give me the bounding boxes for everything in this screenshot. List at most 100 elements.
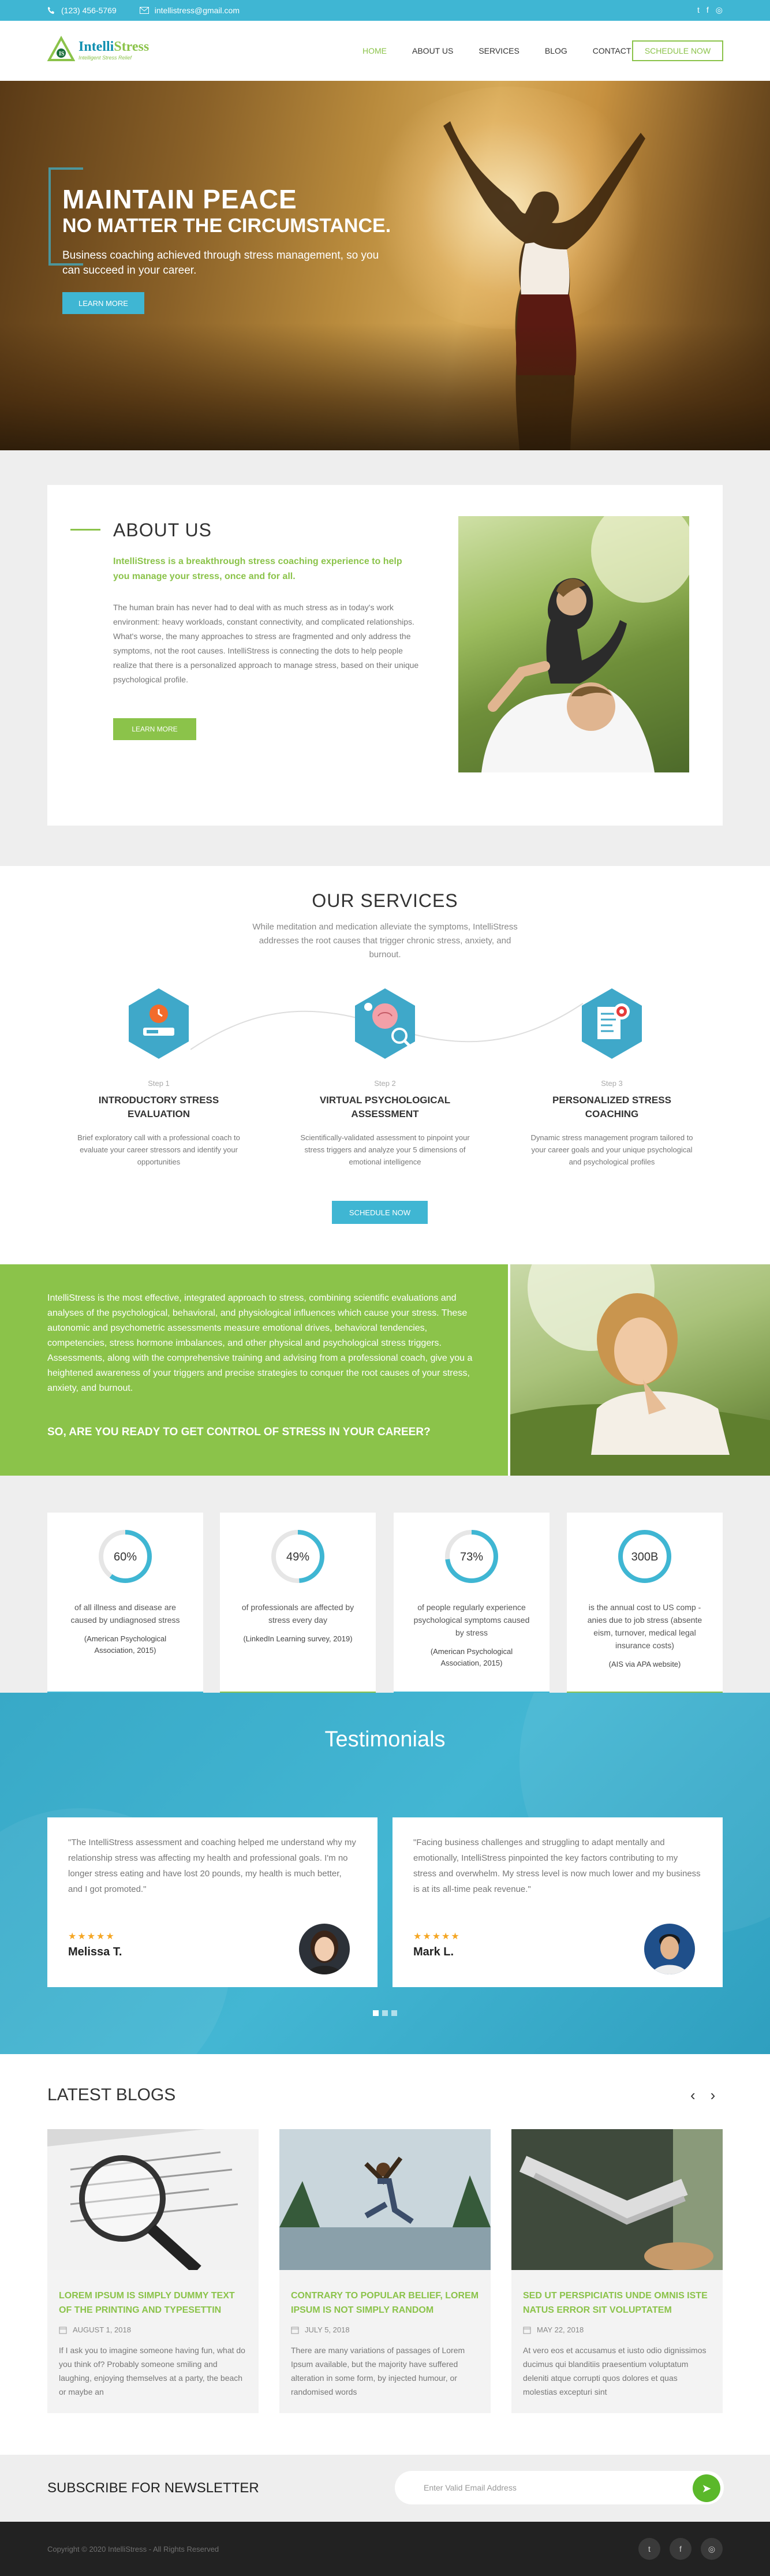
copyright-text: Copyright © 2020 IntelliStress - All Rig…: [47, 2545, 219, 2553]
carousel-dot[interactable]: [391, 2010, 397, 2016]
chevron-right-icon[interactable]: ›: [711, 2086, 716, 2104]
progress-ring: 300B: [618, 1530, 671, 1583]
phone-icon: [48, 7, 54, 14]
facebook-icon[interactable]: f: [670, 2538, 691, 2560]
service-step-2: Step 2 VIRTUAL PSYCHOLOGICAL ASSESSMENT …: [298, 987, 472, 1168]
about-body: The human brain has never had to deal wi…: [113, 603, 419, 684]
nav-contact[interactable]: CONTACT: [593, 46, 631, 55]
avatar: [644, 1924, 695, 1974]
testimonial-quote: "Facing business challenges and struggli…: [413, 1838, 701, 1894]
stat-label: is the annual cost to US comp -anies due…: [587, 1603, 702, 1650]
blog-date: AUGUST 1, 2018: [59, 2325, 247, 2334]
phone-number: (123) 456-5769: [61, 6, 117, 15]
star-rating: ★★★★★: [413, 1932, 461, 1942]
about-card: ABOUT US IntelliStress is a breakthrough…: [47, 485, 723, 826]
blog-card[interactable]: CONTRARY TO POPULAR BELIEF, LOREM IPSUM …: [279, 2129, 491, 2413]
instagram-icon[interactable]: ◎: [701, 2538, 723, 2560]
hero-subtitle: NO MATTER THE CIRCUMSTANCE.: [62, 215, 391, 237]
logo-tagline: Intelligent Stress Relief: [79, 54, 132, 61]
blog-date-text: JULY 5, 2018: [305, 2325, 350, 2334]
hero-grass: [0, 323, 770, 450]
newsletter-section: SUBSCRIBE FOR NEWSLETTER Enter Valid Ema…: [0, 2455, 770, 2522]
stat-source: (American Psychological Association, 201…: [430, 1647, 513, 1667]
stat-card: 60% of all illness and disease are cause…: [47, 1513, 203, 1694]
site-logo[interactable]: IS IntelliStress Intelligent Stress Reli…: [47, 36, 149, 64]
nav-home[interactable]: HOME: [362, 46, 387, 55]
blog-image-magnifier: [47, 2129, 259, 2270]
twitter-icon[interactable]: t: [697, 5, 700, 15]
nav-blog[interactable]: BLOG: [545, 46, 567, 55]
services-subtitle: While meditation and medication alleviat…: [252, 922, 518, 960]
site-header: IS IntelliStress Intelligent Stress Reli…: [0, 21, 770, 81]
step-number: Step 3: [601, 1079, 623, 1088]
newsletter-title: SUBSCRIBE FOR NEWSLETTER: [47, 2480, 259, 2496]
blog-image-hammock: [511, 2129, 723, 2270]
email-link[interactable]: intellistress@gmail.com: [139, 6, 240, 15]
carousel-dots: [373, 2010, 397, 2016]
blog-date: JULY 5, 2018: [291, 2325, 479, 2334]
step-number: Step 2: [374, 1079, 396, 1088]
newsletter-email-input[interactable]: Enter Valid Email Address: [395, 2471, 724, 2504]
top-bar: (123) 456-5769 intellistress@gmail.com t…: [0, 0, 770, 21]
about-family-photo: [458, 516, 689, 772]
promo-section: IntelliStress is the most effective, int…: [0, 1264, 770, 1476]
phone-link[interactable]: (123) 456-5769: [47, 6, 117, 15]
footer-social-links: t f ◎: [638, 2538, 723, 2560]
blog-date-text: AUGUST 1, 2018: [73, 2325, 131, 2334]
testimonial-quote: "The IntelliStress assessment and coachi…: [68, 1838, 356, 1894]
carousel-dot[interactable]: [373, 2010, 379, 2016]
site-footer: Copyright © 2020 IntelliStress - All Rig…: [0, 2522, 770, 2576]
stat-value: 60%: [114, 1551, 137, 1563]
stat-label: of all illness and disease are caused by…: [70, 1603, 180, 1625]
star-rating: ★★★★★: [68, 1932, 115, 1942]
newsletter-submit-button[interactable]: ➤: [693, 2474, 720, 2502]
blog-title[interactable]: CONTRARY TO POPULAR BELIEF, LOREM IPSUM …: [291, 2288, 479, 2317]
stats-section: 60% of all illness and disease are cause…: [0, 1476, 770, 1694]
evaluation-clipboard-icon: [129, 988, 189, 1059]
calendar-icon: [291, 2327, 299, 2334]
top-social-links: t f ◎: [697, 5, 723, 15]
step-title: INTRODUCTORY STRESS EVALUATION: [98, 1095, 219, 1119]
services-schedule-now-button[interactable]: SCHEDULE NOW: [332, 1201, 428, 1224]
hero-banner: MAINTAIN PEACE NO MATTER THE CIRCUMSTANC…: [0, 81, 770, 450]
about-section: ABOUT US IntelliStress is a breakthrough…: [0, 450, 770, 866]
hero-learn-more-button[interactable]: LEARN MORE: [62, 292, 144, 314]
hero-text: Business coaching achieved through stres…: [62, 249, 379, 277]
coaching-target-icon: [582, 988, 642, 1059]
email-address: intellistress@gmail.com: [154, 6, 240, 15]
nav-services[interactable]: SERVICES: [479, 46, 519, 55]
progress-ring: 49%: [271, 1530, 324, 1583]
stat-value: 300B: [631, 1551, 659, 1563]
about-title: ABOUT US: [113, 520, 212, 540]
stat-source: (AIS via APA website): [608, 1660, 681, 1668]
blog-card[interactable]: LOREM IPSUM IS SIMPLY DUMMY TEXT OF THE …: [47, 2129, 259, 2413]
step-description: Brief exploratory call with a profession…: [77, 1133, 240, 1166]
blogs-title: LATEST BLOGS: [47, 2085, 176, 2104]
contact-info: (123) 456-5769 intellistress@gmail.com: [47, 6, 240, 15]
blog-date: MAY 22, 2018: [523, 2325, 711, 2334]
blog-title[interactable]: SED UT PERSPICIATIS UNDE OMNIS ISTE NATU…: [523, 2288, 711, 2317]
testimonials-title: Testimonials: [324, 1727, 446, 1752]
step-title: PERSONALIZED STRESS COACHING: [552, 1095, 671, 1119]
about-accent-line: [70, 529, 100, 531]
testimonial-author: Mark L.: [413, 1946, 454, 1958]
blog-title[interactable]: LOREM IPSUM IS SIMPLY DUMMY TEXT OF THE …: [59, 2288, 247, 2317]
calendar-icon: [59, 2327, 67, 2334]
service-step-3: Step 3 PERSONALIZED STRESS COACHING Dyna…: [525, 987, 698, 1168]
instagram-icon[interactable]: ◎: [716, 5, 723, 15]
testimonial-author: Melissa T.: [68, 1946, 122, 1958]
chevron-left-icon[interactable]: ‹: [690, 2086, 696, 2104]
blog-card[interactable]: SED UT PERSPICIATIS UNDE OMNIS ISTE NATU…: [511, 2129, 723, 2413]
nav-about[interactable]: ABOUT US: [412, 46, 453, 55]
stat-card: 49% of professionals are affected by str…: [220, 1513, 376, 1694]
carousel-dot[interactable]: [382, 2010, 388, 2016]
about-learn-more-button[interactable]: LEARN MORE: [113, 718, 196, 740]
services-title: OUR SERVICES: [312, 890, 458, 911]
twitter-icon[interactable]: t: [638, 2538, 660, 2560]
schedule-now-button[interactable]: SCHEDULE NOW: [632, 40, 723, 61]
services-section: OUR SERVICES While meditation and medica…: [0, 866, 770, 1264]
blog-excerpt: If I ask you to imagine someone having f…: [59, 2346, 245, 2396]
facebook-icon[interactable]: f: [707, 5, 709, 15]
progress-ring: 60%: [99, 1530, 152, 1583]
stat-source: (American Psychological Association, 201…: [84, 1634, 167, 1655]
